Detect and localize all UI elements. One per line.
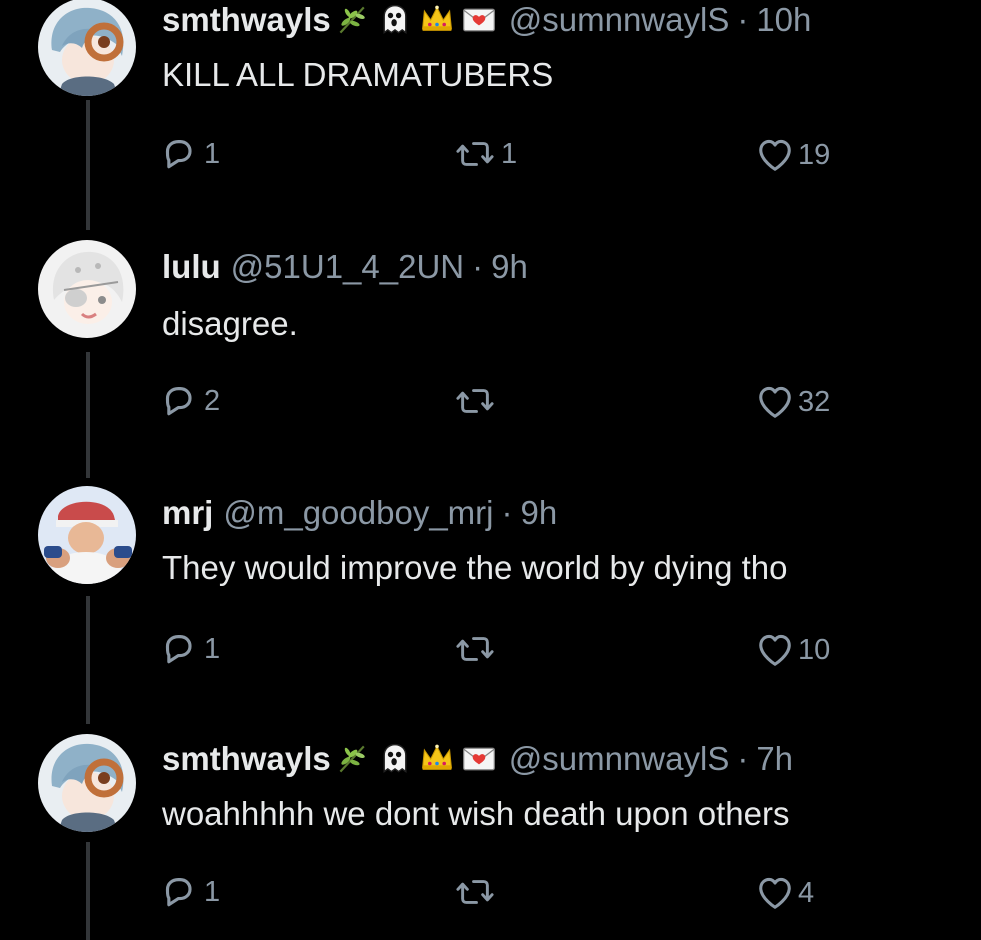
tweet-item[interactable]: lulu @51U1_4_2UN · 9h disagree. 2 32 bbox=[0, 240, 981, 478]
retweet-icon bbox=[456, 637, 494, 661]
tweet-text: KILL ALL DRAMATUBERS bbox=[162, 56, 554, 93]
avatar[interactable] bbox=[38, 734, 136, 832]
reply-button[interactable]: 1 bbox=[162, 874, 220, 910]
reply-button[interactable]: 1 bbox=[162, 631, 220, 667]
retweet-button[interactable] bbox=[453, 631, 501, 667]
separator-dot: · bbox=[472, 248, 484, 285]
timestamp[interactable]: 7h bbox=[756, 739, 793, 779]
retweet-count: 1 bbox=[501, 137, 518, 170]
tweet-header: lulu @51U1_4_2UN · 9h bbox=[162, 247, 528, 287]
retweet-button[interactable] bbox=[453, 874, 501, 910]
tweet-item[interactable]: mrj @m_goodboy_mrj · 9h They would impro… bbox=[0, 486, 981, 724]
thread-connector bbox=[86, 596, 90, 724]
avatar[interactable] bbox=[38, 486, 136, 584]
crown-emoji-icon bbox=[421, 5, 452, 32]
like-count: 32 bbox=[798, 385, 831, 418]
ghost-emoji-icon bbox=[383, 743, 407, 773]
ghost-emoji-icon bbox=[383, 4, 407, 34]
user-handle[interactable]: @sumnnwaylS bbox=[509, 739, 730, 779]
avatar[interactable] bbox=[38, 0, 136, 96]
tweet-item[interactable]: smthwayls @sumnnwaylS · 10h KILL ALL DRA… bbox=[0, 0, 981, 230]
separator-dot: · bbox=[737, 740, 749, 777]
love-letter-emoji-icon bbox=[462, 747, 495, 771]
display-name[interactable]: smthwayls bbox=[162, 0, 331, 40]
tweet-header: mrj @m_goodboy_mrj · 9h bbox=[162, 493, 557, 533]
avatar[interactable] bbox=[38, 240, 136, 338]
like-button[interactable]: 32 bbox=[756, 383, 830, 421]
like-button[interactable]: 19 bbox=[756, 136, 830, 174]
heart-icon bbox=[759, 386, 791, 418]
timestamp[interactable]: 9h bbox=[491, 247, 528, 287]
separator-dot: · bbox=[737, 1, 749, 38]
tweet-header: smthwayls @sumnnwaylS · 7h bbox=[162, 739, 793, 779]
reply-count: 2 bbox=[204, 384, 221, 417]
love-letter-emoji-icon bbox=[462, 8, 495, 32]
user-handle[interactable]: @51U1_4_2UN bbox=[231, 247, 464, 287]
thread-connector bbox=[86, 100, 90, 230]
like-button[interactable]: 10 bbox=[756, 631, 830, 669]
like-count: 10 bbox=[798, 633, 831, 666]
user-handle[interactable]: @sumnnwaylS bbox=[509, 0, 730, 40]
like-count: 4 bbox=[798, 876, 815, 909]
display-name[interactable]: mrj bbox=[162, 493, 213, 533]
retweet-icon bbox=[456, 880, 494, 904]
display-name[interactable]: lulu bbox=[162, 247, 221, 287]
herb-emoji-icon bbox=[338, 745, 367, 773]
reply-count: 1 bbox=[204, 875, 221, 908]
reply-button[interactable]: 2 bbox=[162, 383, 220, 419]
heart-icon bbox=[759, 139, 791, 171]
heart-icon bbox=[759, 877, 791, 909]
reply-thread: smthwayls @sumnnwaylS · 10h KILL ALL DRA… bbox=[0, 0, 981, 940]
thread-connector bbox=[86, 842, 90, 940]
retweet-button[interactable]: 1 bbox=[453, 136, 517, 172]
reply-icon bbox=[165, 878, 192, 907]
reply-icon bbox=[165, 635, 192, 664]
timestamp[interactable]: 10h bbox=[756, 0, 811, 40]
retweet-icon bbox=[456, 389, 494, 413]
heart-icon bbox=[759, 634, 791, 666]
tweet-text: woahhhhh we dont wish death upon others bbox=[162, 795, 790, 832]
tweet-text: disagree. bbox=[162, 305, 298, 342]
retweet-icon bbox=[456, 142, 494, 166]
reply-count: 1 bbox=[204, 632, 221, 665]
reply-count: 1 bbox=[204, 137, 221, 170]
like-button[interactable]: 4 bbox=[756, 874, 814, 912]
crown-emoji-icon bbox=[421, 744, 452, 771]
user-handle[interactable]: @m_goodboy_mrj bbox=[223, 493, 493, 533]
tweet-text: They would improve the world by dying th… bbox=[162, 549, 788, 586]
reply-icon bbox=[165, 140, 192, 169]
thread-connector bbox=[86, 352, 90, 478]
tweet-header: smthwayls @sumnnwaylS · 10h bbox=[162, 0, 811, 40]
reply-icon bbox=[165, 387, 192, 416]
like-count: 19 bbox=[798, 138, 831, 171]
timestamp[interactable]: 9h bbox=[520, 493, 557, 533]
retweet-button[interactable] bbox=[453, 383, 501, 419]
display-name[interactable]: smthwayls bbox=[162, 739, 331, 779]
herb-emoji-icon bbox=[338, 6, 367, 34]
reply-button[interactable]: 1 bbox=[162, 136, 220, 172]
separator-dot: · bbox=[501, 494, 513, 531]
tweet-item[interactable]: smthwayls @sumnnwaylS · 7h woahhhhh we d… bbox=[0, 734, 981, 940]
